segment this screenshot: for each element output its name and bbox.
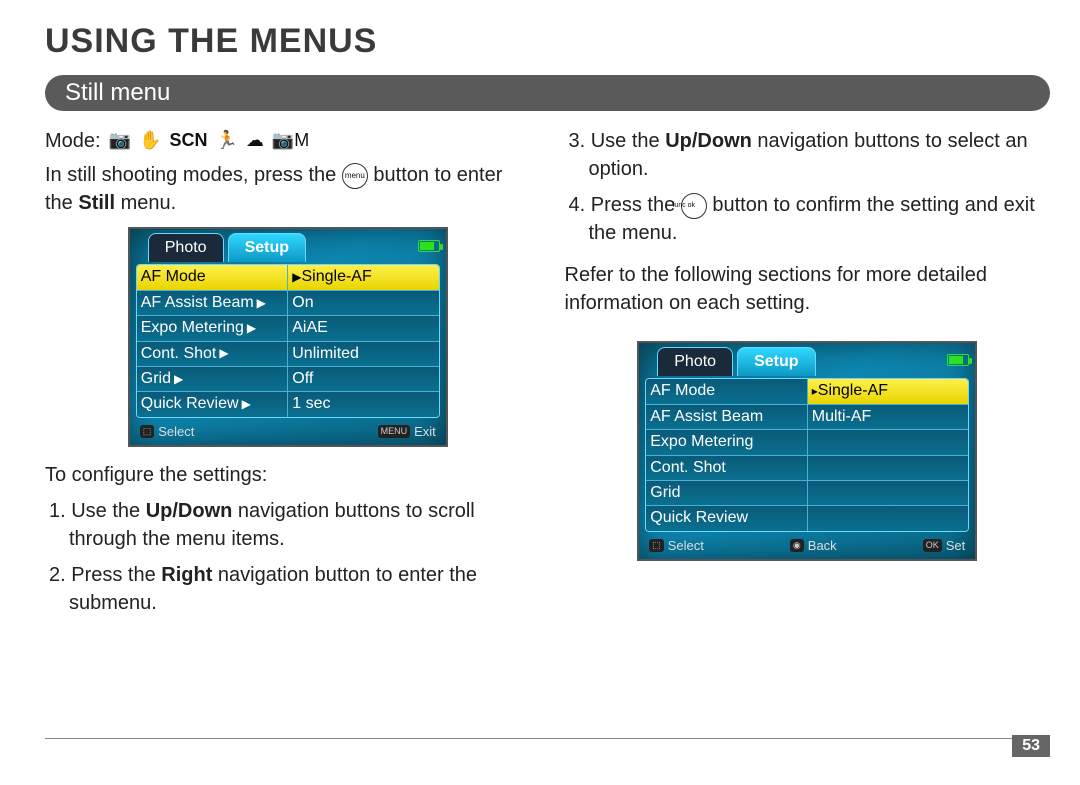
person-icon: 🏃 — [215, 128, 237, 153]
intro-text: In still shooting modes, press the menu … — [45, 161, 531, 217]
battery-icon — [947, 354, 969, 366]
camera-screen-1: Photo Setup AF Mode ▶Single-AF AF Assist… — [128, 227, 448, 447]
scn-icon: SCN — [169, 128, 207, 153]
panorama-icon: ☁ — [246, 128, 264, 153]
chapter-title: USING THE MENUS — [45, 22, 1050, 61]
menu-row: Expo Metering — [646, 429, 968, 454]
ok-key-icon: OK — [923, 539, 942, 552]
menu-row: AF Mode ▸Single-AF — [646, 379, 968, 403]
camera-icon: 📷 — [109, 128, 131, 153]
section-title: Still menu — [45, 75, 1050, 111]
camera-m-icon: 📷M — [272, 128, 309, 153]
footer-rule — [45, 738, 1050, 739]
menu-row: Expo Metering▶ AiAE — [137, 315, 439, 340]
step-2: 2. Press the Right navigation button to … — [45, 561, 531, 617]
screen2-tabs: Photo Setup — [639, 343, 975, 376]
hand-icon: ✋ — [139, 128, 161, 153]
tab-photo: Photo — [657, 347, 733, 376]
screen1-grid: AF Mode ▶Single-AF AF Assist Beam▶ On Ex… — [136, 264, 440, 417]
menu-row: Cont. Shot▶ Unlimited — [137, 341, 439, 366]
tab-setup: Setup — [228, 233, 306, 262]
manual-page: USING THE MENUS Still menu Mode: 📷 ✋ SCN… — [0, 0, 1080, 785]
select-key-icon: ⬚ — [140, 425, 155, 438]
screen2-footer: ⬚Select ◉Back OKSet — [639, 535, 975, 559]
right-column: 3. Use the Up/Down navigation buttons to… — [565, 127, 1051, 625]
menu-row: AF Mode ▶Single-AF — [137, 265, 439, 289]
step-1: 1. Use the Up/Down navigation buttons to… — [45, 497, 531, 553]
menu-row: Grid — [646, 480, 968, 505]
mode-line: Mode: 📷 ✋ SCN 🏃 ☁ 📷M — [45, 127, 531, 155]
screen2-grid: AF Mode ▸Single-AF AF Assist Beam Multi-… — [645, 378, 969, 531]
menu-row: AF Assist Beam Multi-AF — [646, 404, 968, 429]
menu-key-icon: MENU — [378, 425, 411, 438]
menu-row: Grid▶ Off — [137, 366, 439, 391]
tab-photo: Photo — [148, 233, 224, 262]
select-key-icon: ⬚ — [649, 539, 664, 552]
menu-row: Quick Review — [646, 505, 968, 530]
menu-row: Cont. Shot — [646, 455, 968, 480]
back-key-icon: ◉ — [790, 539, 804, 552]
screen1-footer: ⬚Select MENUExit — [130, 421, 446, 445]
menu-row: Quick Review▶ 1 sec — [137, 391, 439, 416]
mode-label: Mode: — [45, 127, 101, 155]
menu-row: AF Assist Beam▶ On — [137, 290, 439, 315]
tab-setup: Setup — [737, 347, 815, 376]
configure-label: To configure the settings: — [45, 461, 531, 489]
left-column: Mode: 📷 ✋ SCN 🏃 ☁ 📷M In still shooting m… — [45, 127, 531, 625]
page-number: 53 — [1012, 735, 1050, 757]
menu-button-icon: menu — [342, 163, 368, 189]
step-4: 4. Press the func ok button to confirm t… — [565, 191, 1051, 247]
step-3: 3. Use the Up/Down navigation buttons to… — [565, 127, 1051, 183]
refer-text: Refer to the following sections for more… — [565, 261, 1051, 317]
camera-screen-2: Photo Setup AF Mode ▸Single-AF AF Assist… — [637, 341, 977, 561]
battery-icon — [418, 240, 440, 252]
func-ok-button-icon: func ok — [681, 193, 707, 219]
screen1-tabs: Photo Setup — [130, 229, 446, 262]
